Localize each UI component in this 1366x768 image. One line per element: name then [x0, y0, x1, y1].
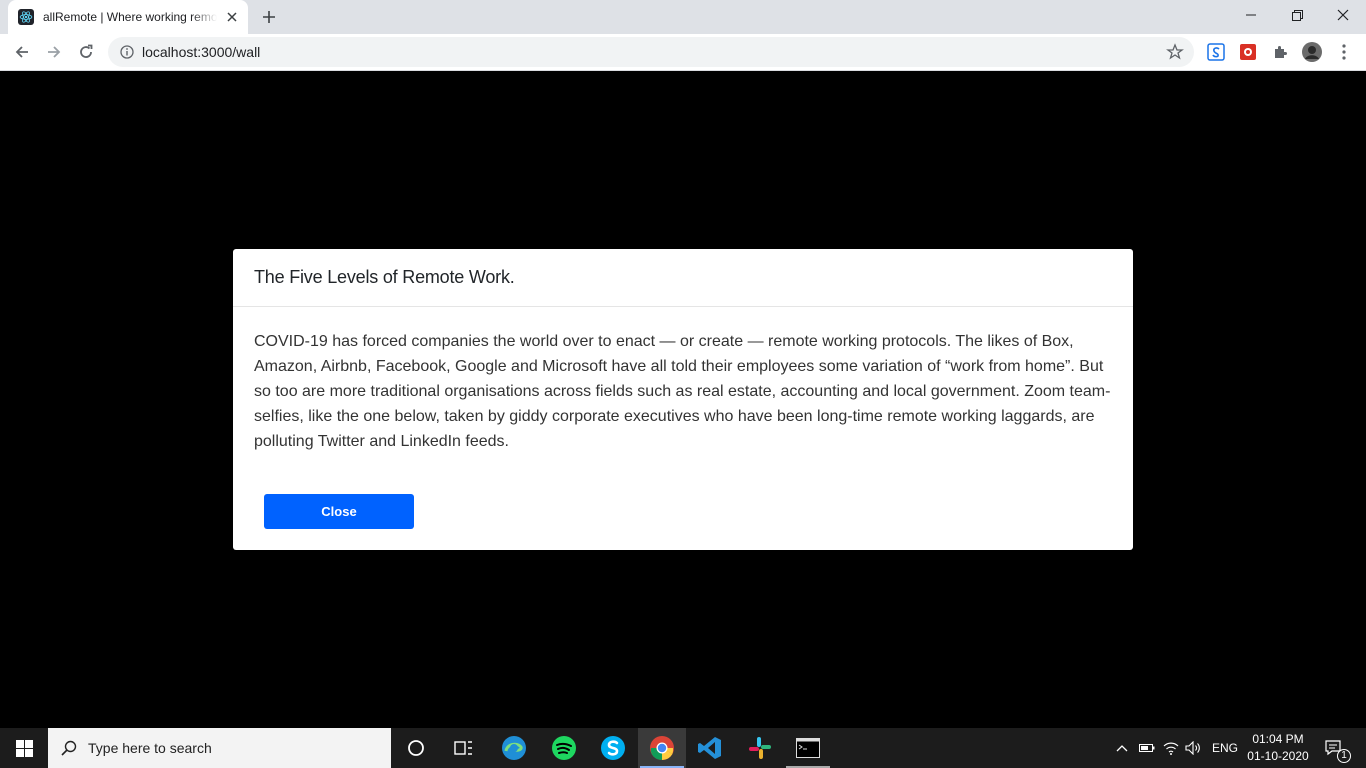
react-icon: [18, 9, 34, 25]
task-view-button[interactable]: [440, 728, 488, 768]
clock-date: 01-10-2020: [1247, 749, 1309, 763]
profile-avatar[interactable]: [1302, 42, 1322, 62]
edge-icon: [502, 736, 526, 760]
plus-icon: [263, 11, 275, 23]
volume-icon[interactable]: [1183, 738, 1203, 758]
back-arrow-icon: [15, 46, 28, 58]
back-button[interactable]: [8, 38, 36, 66]
reload-icon: [80, 44, 93, 58]
skype-app[interactable]: [589, 728, 637, 768]
modal-title: The Five Levels of Remote Work.: [254, 267, 515, 287]
puzzle-icon[interactable]: [1270, 42, 1290, 62]
slack-icon: [749, 737, 771, 759]
sync-extension-icon[interactable]: [1206, 42, 1226, 62]
spotify-app[interactable]: [540, 728, 588, 768]
battery-icon[interactable]: [1137, 738, 1157, 758]
minimize-button[interactable]: [1228, 0, 1274, 30]
modal-footer: Close: [264, 494, 414, 529]
cortana-icon: [408, 740, 424, 756]
notification-badge: 1: [1337, 749, 1351, 763]
start-button[interactable]: [0, 728, 48, 768]
vscode-app[interactable]: [686, 728, 734, 768]
task-view-icon: [454, 741, 472, 755]
search-placeholder: Type here to search: [88, 740, 212, 756]
wifi-icon[interactable]: [1161, 738, 1181, 758]
chevron-up-icon: [1116, 745, 1128, 752]
windows-taskbar: Type here to search ENG 01:04 PM 01-10-2…: [0, 728, 1366, 768]
forward-arrow-icon: [48, 46, 61, 58]
restore-icon: [1291, 9, 1303, 21]
article-modal: The Five Levels of Remote Work. COVID-19…: [233, 249, 1133, 550]
vscode-icon: [698, 737, 721, 759]
menu-kebab-icon[interactable]: [1334, 42, 1354, 62]
forward-button[interactable]: [40, 38, 68, 66]
browser-tab[interactable]: allRemote | Where working remotely: [8, 0, 248, 34]
slack-app[interactable]: [736, 728, 784, 768]
terminal-icon: [796, 738, 820, 758]
modal-header: The Five Levels of Remote Work.: [233, 249, 1133, 307]
red-extension-icon[interactable]: [1238, 42, 1258, 62]
reload-button[interactable]: [72, 38, 100, 66]
modal-body-text: COVID-19 has forced companies the world …: [254, 333, 1111, 450]
new-tab-button[interactable]: [258, 6, 280, 28]
browser-toolbar: localhost:3000/wall: [0, 34, 1366, 71]
close-button[interactable]: Close: [264, 494, 414, 529]
spotify-icon: [552, 736, 576, 760]
minimize-icon: [1246, 14, 1256, 16]
chrome-icon: [650, 736, 674, 760]
language-indicator[interactable]: ENG: [1212, 741, 1238, 755]
terminal-app[interactable]: [784, 728, 832, 768]
page-backdrop: The Five Levels of Remote Work. COVID-19…: [0, 71, 1366, 728]
tab-title: allRemote | Where working remotely: [43, 10, 217, 24]
info-icon: [120, 45, 134, 59]
restore-button[interactable]: [1274, 0, 1320, 30]
close-window-button[interactable]: [1320, 0, 1366, 30]
address-bar[interactable]: localhost:3000/wall: [108, 37, 1194, 67]
close-icon: [1337, 9, 1349, 21]
tab-close-icon[interactable]: [224, 9, 240, 25]
taskbar-search[interactable]: Type here to search: [48, 728, 391, 768]
windows-logo-icon: [15, 739, 33, 757]
cortana-button[interactable]: [392, 728, 440, 768]
chrome-app[interactable]: [638, 728, 686, 768]
browser-tab-strip: allRemote | Where working remotely: [0, 0, 1366, 34]
system-clock[interactable]: 01:04 PM 01-10-2020: [1240, 731, 1316, 765]
show-hidden-icons[interactable]: [1112, 738, 1132, 758]
skype-icon: [601, 736, 625, 760]
modal-body: COVID-19 has forced companies the world …: [233, 307, 1133, 454]
search-icon: [61, 740, 77, 756]
edge-app[interactable]: [490, 728, 538, 768]
clock-time: 01:04 PM: [1252, 732, 1304, 746]
bookmark-star-icon[interactable]: [1166, 43, 1184, 61]
url-text: localhost:3000/wall: [142, 44, 261, 60]
